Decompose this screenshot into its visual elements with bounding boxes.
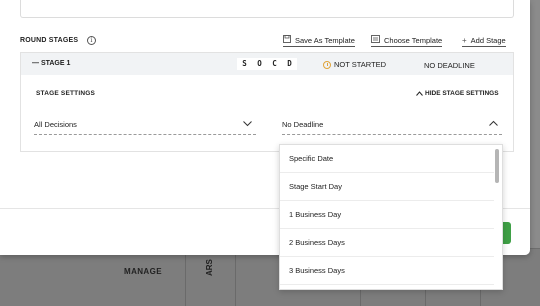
- info-icon[interactable]: i: [87, 36, 96, 45]
- add-stage-button[interactable]: + Add Stage: [462, 35, 506, 47]
- stage-header[interactable]: — STAGE 1 S O C D NOT STARTED NO DEADLIN…: [21, 53, 513, 75]
- deadline-select[interactable]: No Deadline: [282, 117, 502, 135]
- save-icon: [283, 35, 291, 45]
- dropdown-option[interactable]: 2 Business Days: [280, 229, 494, 257]
- stage-letter[interactable]: D: [282, 58, 297, 70]
- dropdown-option[interactable]: 1 Business Day: [280, 201, 494, 229]
- choose-template-label: Choose Template: [384, 35, 443, 45]
- hide-stage-settings-label: HIDE STAGE SETTINGS: [425, 90, 499, 97]
- stage-settings-title: STAGE SETTINGS: [36, 90, 96, 97]
- stage-deadline: NO DEADLINE: [424, 61, 475, 70]
- stage-status: NOT STARTED: [323, 60, 386, 69]
- dropdown-scrollbar[interactable]: [495, 149, 499, 183]
- stage-letters: S O C D: [237, 58, 297, 70]
- template-icon: [371, 35, 380, 45]
- add-stage-label: Add Stage: [470, 35, 506, 45]
- dropdown-option[interactable]: Specific Date: [280, 145, 494, 173]
- background-column-manage: MANAGE: [124, 267, 162, 276]
- deadline-dropdown-menu: Specific Date Stage Start Day 1 Business…: [279, 144, 503, 290]
- stage-card: — STAGE 1 S O C D NOT STARTED NO DEADLIN…: [20, 52, 514, 152]
- chevron-up-icon: [489, 120, 498, 126]
- stage-status-label: NOT STARTED: [334, 60, 387, 69]
- choose-template-button[interactable]: Choose Template: [371, 35, 443, 47]
- chevron-down-icon: [243, 121, 252, 127]
- top-section-box: [20, 0, 514, 18]
- primary-action-button[interactable]: [503, 222, 511, 244]
- dropdown-option[interactable]: 3 Business Days: [280, 257, 494, 285]
- save-as-template-button[interactable]: Save As Template: [283, 35, 355, 47]
- plus-icon: +: [462, 35, 467, 45]
- stage-name-label: STAGE 1: [40, 60, 71, 67]
- stage-name[interactable]: — STAGE 1: [32, 60, 70, 67]
- dropdown-option[interactable]: Stage Start Day: [280, 173, 494, 201]
- deadline-select-value: No Deadline: [282, 120, 324, 129]
- decisions-select-value: All Decisions: [34, 120, 77, 129]
- stage-letter[interactable]: C: [267, 58, 282, 70]
- background-divider: [235, 248, 236, 306]
- stage-letter[interactable]: S: [237, 58, 252, 70]
- round-stages-title: ROUND STAGES: [20, 37, 79, 44]
- save-as-template-label: Save As Template: [295, 35, 355, 45]
- background-column-ars: ARS: [205, 259, 214, 276]
- background-divider: [185, 248, 186, 306]
- chevron-up-icon: [416, 91, 423, 96]
- hide-stage-settings-button[interactable]: HIDE STAGE SETTINGS: [416, 90, 499, 97]
- stage-letter[interactable]: O: [252, 58, 267, 70]
- decisions-select[interactable]: All Decisions: [34, 117, 256, 135]
- clock-icon: [323, 60, 331, 69]
